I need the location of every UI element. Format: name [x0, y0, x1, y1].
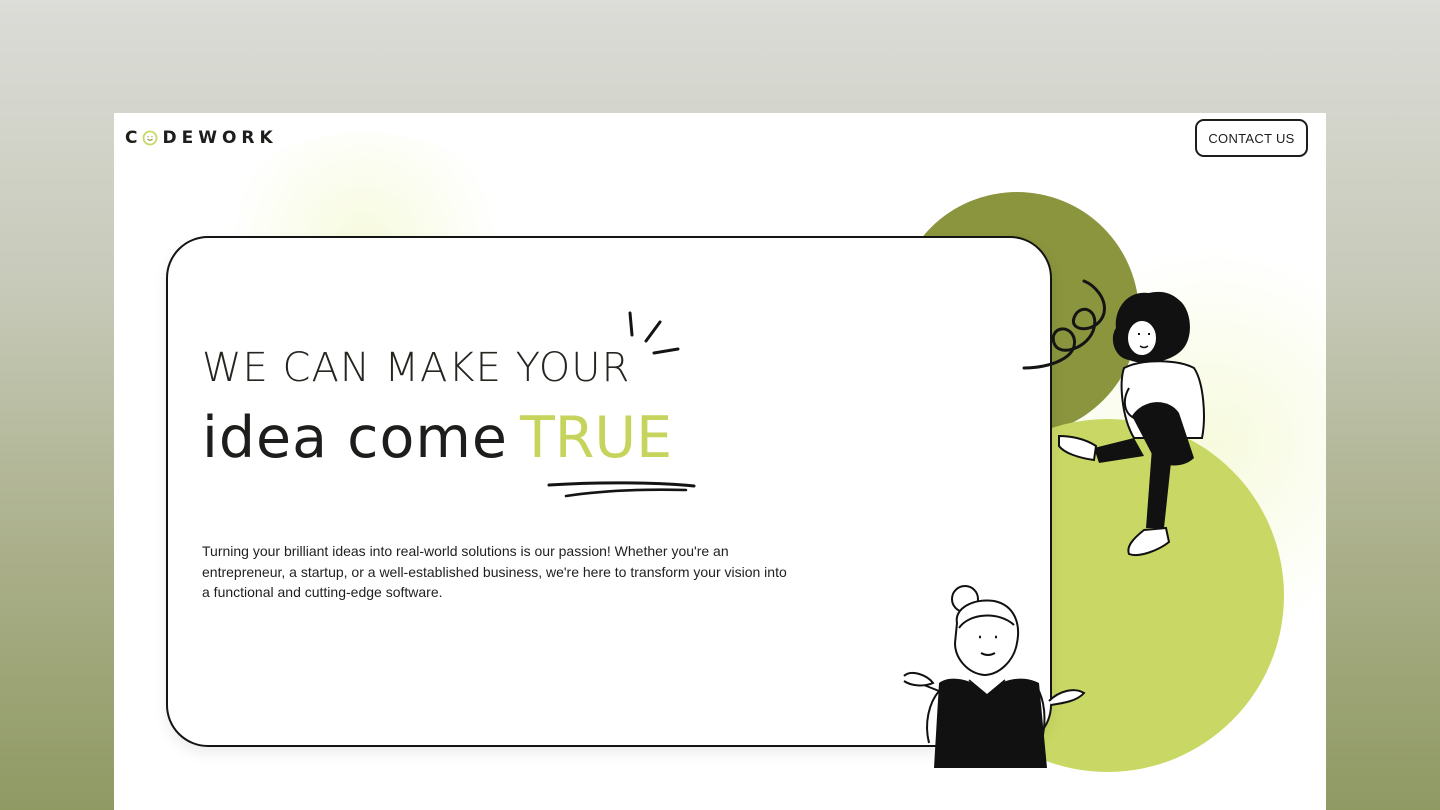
- brand-logo[interactable]: C DEWORK: [125, 128, 278, 148]
- headline-idea-text: idea come: [202, 405, 508, 471]
- sparkle-lines-icon: [628, 311, 680, 355]
- sitting-person-illustration: [1058, 291, 1205, 556]
- contact-us-button[interactable]: CONTACT US: [1195, 119, 1308, 157]
- shrugging-woman-illustration: [903, 585, 1086, 768]
- logo-o-mark-icon: [143, 130, 158, 146]
- headline-accent-true: TRUE: [519, 405, 673, 471]
- page: C DEWORK CONTACT US WE CAN MAKE YOUR ide…: [114, 113, 1326, 810]
- headline-line-1: WE CAN MAKE YOUR: [202, 345, 631, 391]
- logo-text: DEWORK: [162, 128, 278, 148]
- hero-description: Turning your brilliant ideas into real-w…: [202, 543, 787, 600]
- logo-letter-c: C: [125, 128, 143, 148]
- headline-line-2: idea come TRUE: [202, 405, 672, 471]
- brush-underline-icon: [547, 481, 696, 498]
